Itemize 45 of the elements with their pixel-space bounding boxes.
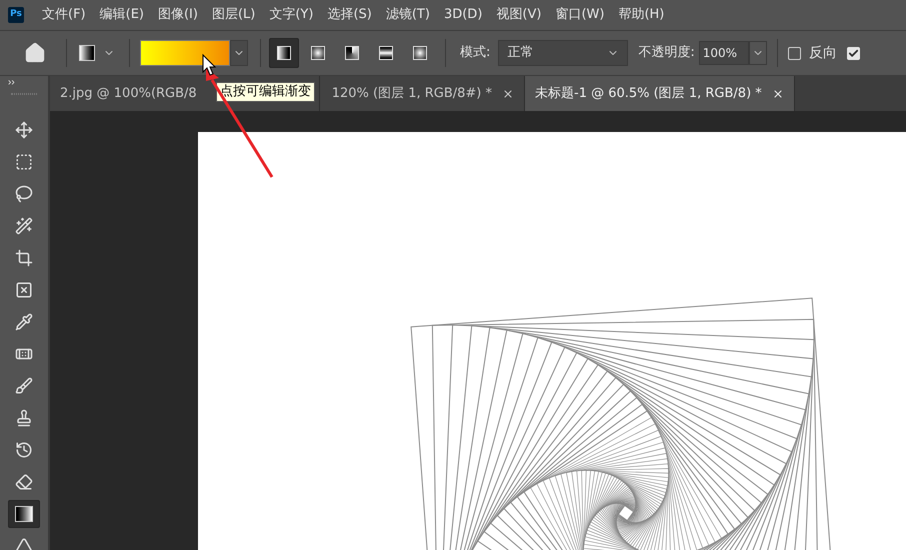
mouse-cursor-icon <box>202 54 216 76</box>
brush-icon <box>15 377 33 395</box>
home-icon[interactable] <box>24 42 46 64</box>
menu-item[interactable]: 编辑(E) <box>100 5 144 25</box>
menu-item[interactable]: 选择(S) <box>327 5 372 25</box>
move-icon <box>15 121 33 139</box>
frame-icon <box>15 281 33 299</box>
menu-item[interactable]: 文字(Y) <box>269 5 314 25</box>
app-logo[interactable]: Ps <box>8 7 24 23</box>
tool-button[interactable] <box>8 500 40 528</box>
menu-item[interactable]: 窗口(W) <box>555 5 604 25</box>
document-tab[interactable]: 120% (图层 1, RGB/8#) * <box>320 76 525 111</box>
gradient-swatch[interactable] <box>140 40 230 66</box>
menu-item[interactable]: 图层(L) <box>212 5 256 25</box>
opacity-label: 不透明度: <box>638 44 695 62</box>
eyedropper-icon <box>15 313 33 331</box>
menu-item[interactable]: 3D(D) <box>444 5 482 25</box>
opacity-dropdown[interactable] <box>748 41 767 65</box>
lasso-icon <box>15 185 33 203</box>
gradient-tool-preset-icon[interactable] <box>79 45 95 61</box>
menu-item[interactable]: 滤镜(T) <box>386 5 430 25</box>
mode-dropdown[interactable]: 正常 <box>498 40 628 66</box>
menu-item[interactable]: 图像(I) <box>158 5 198 25</box>
stamp-icon <box>15 409 33 427</box>
close-icon[interactable] <box>772 88 784 100</box>
wand-icon <box>15 217 33 235</box>
collapse-toggle[interactable]: ›› <box>8 77 15 89</box>
eraser-icon <box>15 473 33 491</box>
menu-item[interactable]: 视图(V) <box>496 5 542 25</box>
checkbox[interactable] <box>846 46 860 60</box>
crop-icon <box>15 249 33 267</box>
triangle-icon <box>15 537 33 550</box>
menu-item[interactable]: 帮助(H) <box>618 5 664 25</box>
checkbox-label: 反向 <box>808 44 837 62</box>
gradient-dropdown[interactable] <box>230 40 248 66</box>
checkbox[interactable] <box>788 46 801 60</box>
mode-label: 模式: <box>460 44 490 62</box>
document-tab[interactable]: 未标题-1 @ 60.5% (图层 1, RGB/8) * <box>525 76 795 111</box>
gradient-type-button[interactable] <box>269 38 299 68</box>
gradient-tool-icon <box>15 506 33 522</box>
menu-item[interactable]: 文件(F) <box>42 5 86 25</box>
history-brush-icon <box>15 441 33 459</box>
marquee-icon <box>15 153 33 171</box>
close-icon[interactable] <box>502 88 514 100</box>
opacity-field[interactable]: 100% <box>698 41 749 65</box>
